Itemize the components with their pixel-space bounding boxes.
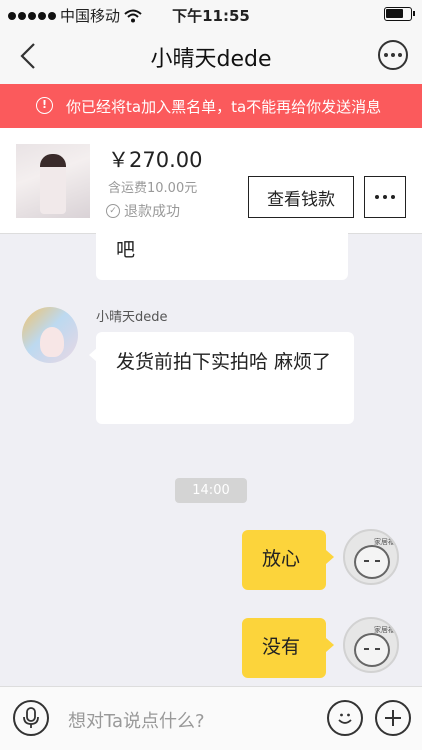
partner-avatar[interactable] [22, 307, 78, 363]
order-more-button[interactable] [364, 176, 406, 218]
notice-text: 你已经将ta加入黑名单，ta不能再给你发送消息 [66, 97, 382, 116]
my-avatar[interactable]: 家居福 [343, 617, 399, 673]
view-payment-button[interactable]: 查看钱款 [248, 176, 354, 218]
emoji-button[interactable] [327, 700, 363, 736]
blacklist-notice: ! 你已经将ta加入黑名单，ta不能再给你发送消息 [0, 84, 422, 128]
battery-icon [384, 7, 415, 21]
product-photo [40, 154, 66, 214]
more-options-button[interactable] [378, 40, 408, 70]
message-timestamp: 14:00 [175, 478, 247, 503]
dot-icon [391, 195, 395, 199]
message-input[interactable]: 想对Ta说点什么? [68, 707, 205, 733]
input-bar: 想对Ta说点什么? [0, 686, 422, 750]
dot-icon [384, 53, 388, 57]
avatar-face [40, 327, 64, 357]
info-icon: ! [36, 97, 53, 114]
order-price: ￥270.00 [108, 148, 203, 172]
message-text: 发货前拍下实拍哈 麻烦了 [116, 351, 332, 373]
dot-icon [383, 195, 387, 199]
cartoon-face-icon [354, 633, 390, 667]
dot-icon [391, 53, 395, 57]
nav-bar: 小晴天dede [0, 28, 422, 84]
message-text: 没有 [262, 636, 301, 658]
microphone-icon [23, 707, 39, 728]
check-circle-icon: ✓ [106, 204, 120, 218]
status-bar: 中国移动 下午11:55 [0, 0, 422, 28]
dot-icon [375, 195, 379, 199]
my-message-bubble[interactable]: 放心 [242, 530, 334, 590]
my-message-bubble[interactable]: 没有 [242, 618, 334, 678]
add-attachment-button[interactable] [375, 700, 411, 736]
message-text: 吧 [116, 239, 136, 261]
page-title: 小晴天dede [150, 47, 272, 72]
voice-button[interactable] [13, 700, 49, 736]
dot-icon [398, 53, 402, 57]
product-thumbnail[interactable] [16, 144, 90, 218]
cartoon-face-icon [354, 545, 390, 579]
my-avatar[interactable]: 家居福 [343, 529, 399, 585]
message-bubble[interactable]: 发货前拍下实拍哈 麻烦了 [89, 332, 354, 424]
status-time: 下午11:55 [172, 7, 250, 25]
shipping-fee: 含运费10.00元 [108, 181, 198, 196]
message-text: 放心 [262, 548, 301, 570]
partial-message-bubble[interactable]: 吧 [96, 218, 348, 280]
smiley-icon [338, 713, 352, 724]
plus-icon [385, 710, 401, 726]
sender-name: 小晴天dede [96, 310, 168, 325]
